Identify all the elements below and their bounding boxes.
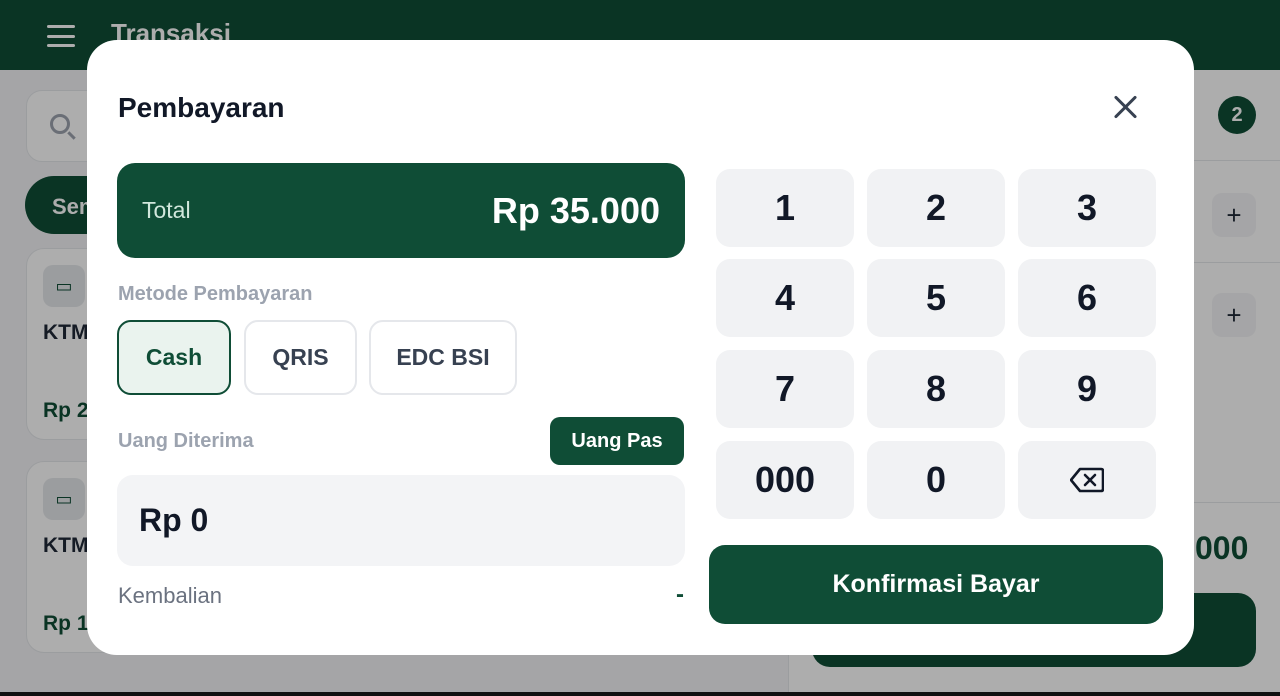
payment-dialog: Pembayaran Total Rp 35.000 Metode Pembay… [87, 40, 1194, 655]
keypad-key-1[interactable]: 1 [716, 169, 854, 247]
keypad-key-3[interactable]: 3 [1018, 169, 1156, 247]
keypad-key-4[interactable]: 4 [716, 259, 854, 337]
keypad-key-9[interactable]: 9 [1018, 350, 1156, 428]
keypad-key-7[interactable]: 7 [716, 350, 854, 428]
change-label: Kembalian [118, 583, 222, 608]
amount-received-value: Rp 0 [139, 502, 209, 538]
confirm-payment-button[interactable]: Konfirmasi Bayar [709, 545, 1163, 624]
change-value: - [676, 581, 684, 608]
total-label: Total [142, 197, 191, 223]
amount-received-field[interactable]: Rp 0 [117, 475, 685, 566]
close-icon[interactable] [1107, 88, 1145, 126]
amount-received-label: Uang Diterima [118, 430, 254, 452]
keypad-key-6[interactable]: 6 [1018, 259, 1156, 337]
keypad-key-0[interactable]: 0 [867, 441, 1005, 519]
backspace-icon [1070, 467, 1104, 493]
method-edc-bsi-button[interactable]: EDC BSI [369, 320, 517, 395]
total-card: Total Rp 35.000 [117, 163, 685, 258]
keypad-key-2[interactable]: 2 [867, 169, 1005, 247]
total-amount: Rp 35.000 [491, 190, 660, 231]
dialog-title: Pembayaran [118, 92, 285, 123]
system-bar [0, 692, 1280, 696]
keypad-backspace-button[interactable] [1018, 441, 1156, 519]
payment-method-label: Metode Pembayaran [118, 283, 313, 305]
keypad-key-8[interactable]: 8 [867, 350, 1005, 428]
keypad-key-5[interactable]: 5 [867, 259, 1005, 337]
method-cash-button[interactable]: Cash [117, 320, 231, 395]
exact-amount-button[interactable]: Uang Pas [550, 417, 684, 465]
method-qris-button[interactable]: QRIS [244, 320, 357, 395]
keypad-key-000[interactable]: 000 [716, 441, 854, 519]
